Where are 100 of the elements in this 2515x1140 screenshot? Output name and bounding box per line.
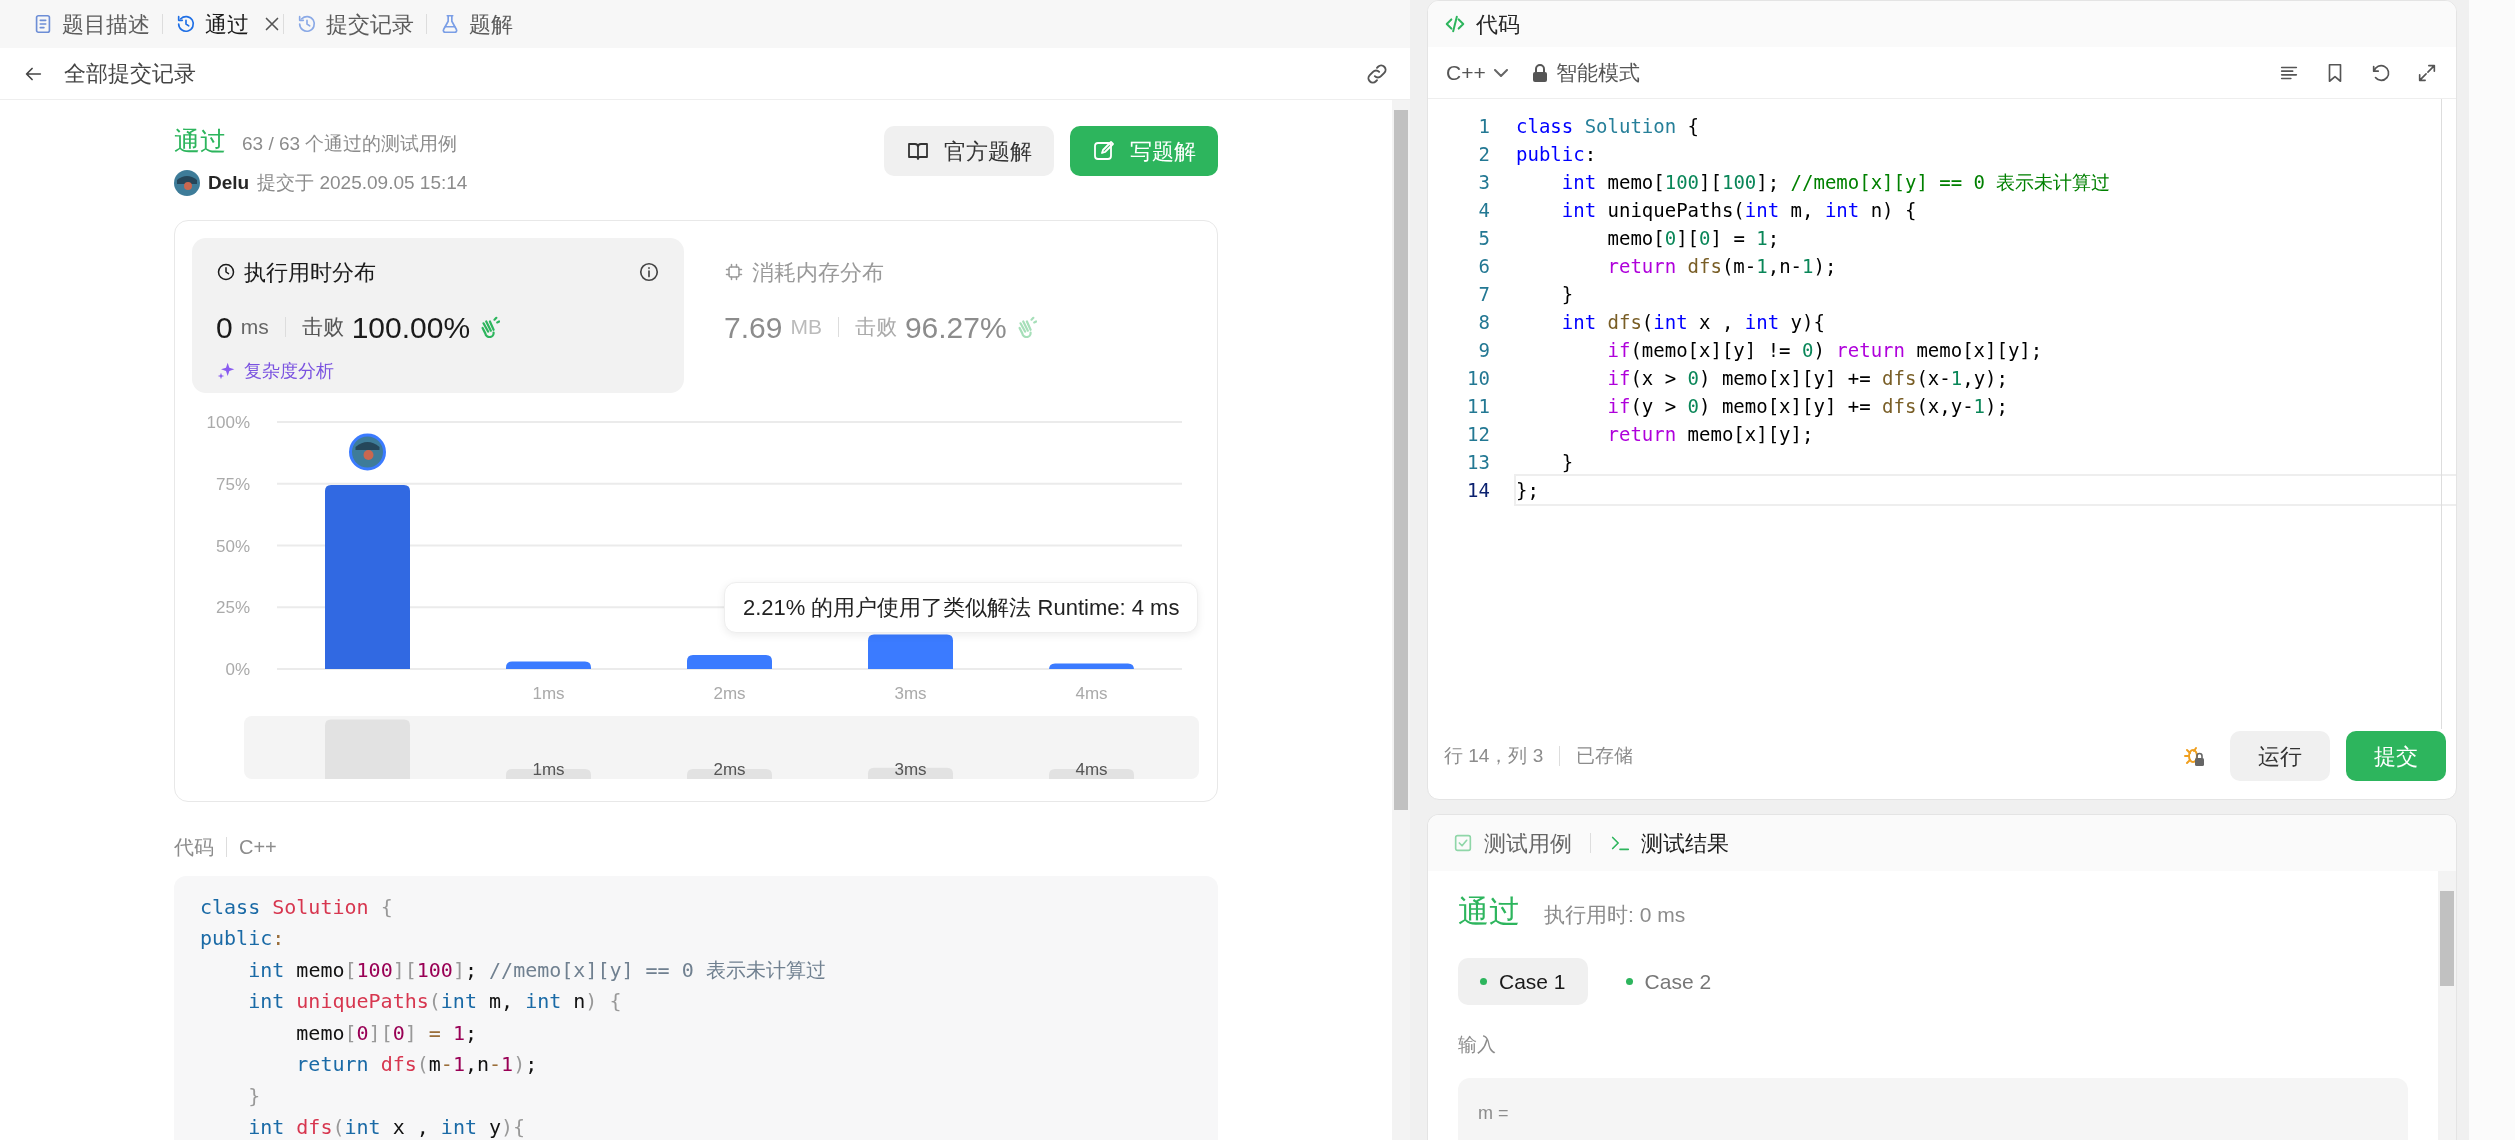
axis-label: 3ms (894, 683, 927, 703)
line-number: 5 (1477, 225, 1490, 251)
line-number: 12 (1466, 421, 1490, 447)
line-number: 2 (1477, 141, 1490, 167)
language-dropdown[interactable]: C++ (1446, 56, 1508, 89)
code-line: int uniquePaths(int m, int n) { (247, 988, 623, 1015)
code-line: if(x > 0) memo[x][y] += dfs(x-1,y); (1606, 366, 2009, 391)
stat-card[interactable]: 执行用时分布 0 ms 击败 100.00% 复杂度分析 (192, 237, 684, 393)
beats-label: 击败 (854, 314, 897, 341)
navigator-label: 4ms (1075, 759, 1108, 779)
caret-icon (1493, 68, 1508, 77)
navigator-label: 1ms (532, 759, 565, 779)
code-line: public: (200, 925, 286, 952)
code-line: } (1560, 450, 1575, 475)
save-status: 已存储 (1576, 743, 1634, 768)
scrollbar[interactable] (2441, 99, 2442, 729)
code-line: if(memo[x][y] != 0) return memo[x][y]; (1606, 338, 2044, 363)
line-number: 6 (1477, 253, 1490, 279)
code-line: memo[0][0] = 1; (1606, 226, 1781, 251)
run-button[interactable]: 运行 (2230, 731, 2330, 781)
code-line: } (247, 1082, 262, 1110)
beats-label: 击败 (301, 314, 344, 341)
code-line: int dfs(int x , int y){ (1560, 310, 1826, 335)
code-line: return dfs(m-1,n-1); (1606, 254, 1838, 279)
line-number: 8 (1477, 309, 1490, 335)
axis-label: 75% (215, 474, 250, 494)
hands-icon (478, 316, 501, 338)
checkbox-icon (1452, 832, 1474, 854)
code-line: int memo[100][100]; //memo[x][y] == 0 表示未计算过 (1560, 170, 2112, 195)
line-number: 1 (1477, 113, 1490, 139)
sparkle-icon (216, 361, 236, 381)
axis-label: 50% (215, 536, 250, 555)
code-line: int memo[100][100]; //memo[x][y] == 0 表示未计算过 (247, 956, 827, 984)
code-line: public: (1516, 142, 1598, 167)
scrollbar[interactable] (1392, 100, 1410, 1140)
line-number: 4 (1477, 197, 1490, 223)
edit-icon (1092, 139, 1116, 163)
test-case-count: 63 / 63 个通过的测试用例 (242, 132, 458, 156)
info-icon[interactable] (638, 261, 660, 283)
axis-label: 1ms (532, 683, 565, 703)
variable-name: m = (1478, 1101, 1510, 1125)
code-line: } (1560, 282, 1575, 307)
case-tab[interactable]: Case 2 (1603, 957, 1734, 1005)
official-solution-button[interactable]: 官方题解 (884, 126, 1054, 176)
tab[interactable]: 测试用例 (1444, 826, 1580, 860)
code-line: return memo[x][y]; (1606, 422, 1815, 447)
navigator-label: 2ms (713, 759, 746, 779)
code-line: class Solution { (1516, 114, 1701, 139)
code-icon (1444, 13, 1466, 35)
flask-icon (439, 13, 461, 35)
user-avatar (174, 170, 200, 197)
line-number: 14 (1466, 477, 1490, 503)
line-number: 3 (1477, 169, 1490, 195)
tab[interactable]: 通过 (163, 3, 261, 45)
navigator-label: 3ms (894, 759, 927, 779)
code-line: memo[0][0] = 1; (295, 1019, 478, 1047)
back-link[interactable]: 全部提交记录 (22, 57, 196, 90)
code-line: return dfs(m-1,n-1); (295, 1051, 539, 1078)
line-number: 11 (1466, 393, 1490, 419)
axis-label: 100% (206, 412, 250, 432)
stat-value: 0 (216, 309, 233, 346)
history-icon (175, 13, 197, 35)
chart-tooltip: 2.21% 的用户使用了类似解法 Runtime: 4 ms (724, 581, 1199, 633)
line-number: 10 (1466, 365, 1490, 391)
mode-button[interactable]: 智能模式 (1531, 56, 1640, 89)
chip-icon (724, 262, 744, 282)
debug-lock-icon[interactable] (2182, 744, 2206, 768)
cursor-position: 行 14，列 3 (1444, 743, 1544, 768)
language-label: C++ (239, 834, 277, 860)
result-status: 通过 (1458, 893, 1520, 931)
tab[interactable]: 题解 (427, 3, 525, 45)
status-text: 通过 (174, 125, 226, 158)
code-line: if(y > 0) memo[x][y] += dfs(x,y-1); (1606, 394, 2009, 419)
tab[interactable]: 提交记录 (284, 3, 426, 45)
stat-unit: ms (240, 314, 269, 341)
tab[interactable]: 题目描述 (20, 3, 162, 45)
case-tab[interactable]: Case 1 (1458, 957, 1588, 1005)
section-label: 代码 (174, 834, 214, 860)
tab[interactable]: 测试结果 (1601, 826, 1737, 860)
code-line: class Solution { (200, 893, 394, 921)
stat-value: 7.69 (724, 309, 783, 346)
runtime-text: 执行用时: 0 ms (1544, 902, 1686, 928)
history-icon (296, 13, 318, 35)
line-number: 7 (1477, 281, 1490, 307)
line-number: 9 (1477, 337, 1490, 363)
clock-icon (216, 262, 236, 282)
lock-icon (1531, 63, 1548, 82)
stat-unit: MB (790, 314, 822, 341)
axis-label: 25% (215, 597, 250, 617)
user-name: Delu (208, 171, 250, 195)
code-line: int dfs(int x , int y){ (247, 1114, 527, 1140)
submit-time: 提交于 2025.09.05 15:14 (257, 171, 468, 195)
complexity-link[interactable]: 复杂度分析 (216, 357, 334, 385)
line-number: 13 (1466, 449, 1490, 475)
stat-title: 执行用时分布 (244, 258, 376, 287)
beats-value: 96.27% (904, 309, 1007, 346)
axis-label: 0% (225, 659, 250, 679)
code-line: int uniquePaths(int m, int n) { (1560, 198, 1918, 223)
code-line: }; (1516, 476, 2456, 504)
panel-title: 代码 (1476, 10, 1520, 39)
